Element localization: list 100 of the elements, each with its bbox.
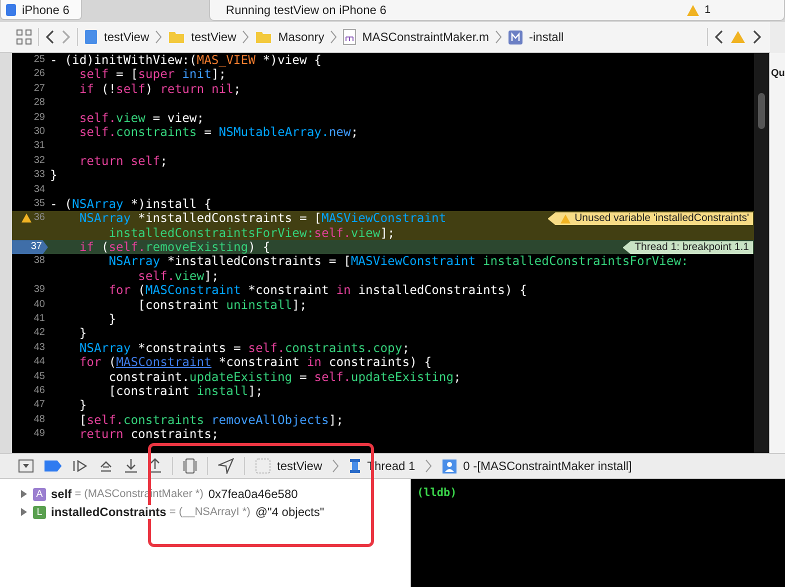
chevron-icon [330, 30, 338, 44]
variable-kind-badge: A [33, 488, 46, 500]
activity-text: Running testView on iPhone 6 [226, 3, 386, 17]
chevron-icon [155, 30, 162, 44]
code-line: for (MASConstraint *constraint in installedConstraints) { [108, 283, 527, 298]
variable-kind-badge: L [33, 506, 46, 518]
code-line: installedConstraintsForView:self.view]; [108, 226, 395, 240]
code-line: if (self.removeExisting) { [78, 240, 270, 254]
line-number: 29 [34, 110, 45, 125]
code-line: } [78, 398, 87, 413]
view-hierarchy-icon[interactable] [183, 458, 197, 474]
continue-icon[interactable] [72, 459, 88, 473]
warning-message: Unused variable 'installedConstraints' [574, 212, 749, 226]
path-item[interactable]: testView [277, 459, 322, 473]
code-line: [constraint install]; [108, 384, 263, 398]
line-number: 48 [34, 412, 45, 427]
code-line: } [78, 326, 87, 341]
file-icon [343, 29, 356, 45]
code-line: return constraints; [78, 427, 219, 442]
line-number: 44 [34, 355, 45, 370]
path-item[interactable]: testView [191, 30, 236, 44]
line-number: 30 [34, 124, 45, 139]
variable-name: installedConstraints [51, 505, 166, 519]
warning-icon [686, 4, 700, 16]
variable-value: 0x7fea0a46e580 [208, 487, 298, 501]
code-line: NSArray *installedConstraints = [MASViewConstraint [78, 211, 446, 226]
breakpoints-toggle-icon[interactable] [44, 460, 62, 472]
location-arrow-icon[interactable] [218, 458, 234, 474]
line-number: 33 [34, 168, 45, 182]
code-line: } [108, 312, 116, 326]
chevron-icon [332, 459, 340, 473]
chevron-icon [495, 30, 502, 44]
code-line: return self; [78, 154, 168, 168]
line-number: 26 [34, 67, 45, 82]
variable-type: = (__NSArrayI *) [169, 506, 250, 518]
chevron-icon [242, 30, 250, 44]
variable-value: @"4 objects" [255, 505, 324, 519]
person-icon [442, 458, 458, 474]
next-issue-icon[interactable] [752, 29, 762, 45]
line-number: 40 [34, 298, 45, 312]
step-out-icon[interactable] [148, 458, 162, 474]
app-icon [255, 458, 271, 474]
line-number: 27 [34, 82, 45, 96]
path-item[interactable]: 0 -[MASConstraintMaker install] [463, 459, 632, 473]
code-line: if (!self) return nil; [78, 82, 241, 96]
step-into-icon[interactable] [124, 458, 138, 474]
chevron-icon [425, 459, 432, 473]
scrollbar[interactable] [754, 53, 769, 453]
line-number: 46 [34, 384, 45, 398]
code-line: self.view]; [137, 268, 219, 284]
code-line: - (id)initWithView:(MAS_VIEW *)view { [49, 53, 322, 68]
line-number: 45 [34, 370, 45, 384]
line-number: 39 [34, 283, 45, 298]
warning-icon [20, 213, 32, 224]
console-prompt: (lldb) [417, 486, 457, 499]
hide-panel-icon[interactable] [18, 459, 34, 473]
variable-name: self [51, 487, 72, 501]
previous-issue-icon[interactable] [714, 29, 724, 45]
path-item[interactable]: testView [104, 30, 150, 44]
folder-icon [255, 30, 272, 44]
code-line: for (MASConstraint *constraint in constraints) { [78, 355, 432, 370]
line-number: 49 [34, 427, 45, 442]
line-number: 34 [34, 182, 45, 197]
code-line: self.view = view; [78, 110, 204, 125]
line-number: 42 [34, 326, 45, 340]
code-line: constraint.updateExisting = self.updateExisting; [108, 370, 461, 384]
inspector-label: Qu [770, 67, 785, 79]
code-line: self.constraints = NSMutableArray.new; [78, 124, 358, 140]
code-line: [self.constraints removeAllObjects]; [78, 412, 344, 428]
line-number: 31 [34, 139, 45, 154]
step-over-icon[interactable] [98, 459, 114, 473]
line-number: 36 [34, 211, 45, 226]
warning-count: 1 [704, 4, 711, 16]
project-icon [84, 29, 98, 45]
path-item[interactable]: Masonry [278, 30, 324, 44]
scheme-button[interactable]: iPhone 6 [0, 0, 82, 20]
code-line: } [49, 168, 58, 183]
code-line: NSArray *installedConstraints = [MASViewConstraint installedConstraintsForView: [108, 254, 688, 269]
back-icon[interactable] [45, 29, 55, 45]
grid-icon[interactable] [16, 29, 32, 45]
line-number: 47 [34, 398, 45, 412]
device-icon [5, 2, 17, 16]
code-line: - (NSArray *)install { [49, 196, 212, 212]
code-line: self = [super init]; [78, 67, 226, 82]
folder-icon [168, 30, 186, 44]
line-number: 32 [34, 154, 45, 168]
line-number: 41 [34, 312, 45, 326]
line-number: 38 [34, 254, 45, 268]
breakpoint-annotation: Thread 1: breakpoint 1.1 [622, 241, 753, 254]
path-item[interactable]: -install [529, 30, 564, 44]
method-icon [508, 30, 523, 44]
line-number: 35 [34, 196, 45, 211]
console-panel[interactable]: (lldb) [411, 479, 785, 587]
line-number: 43 [34, 340, 45, 355]
line-number: 28 [34, 96, 45, 110]
breakpoint-marker[interactable]: 37 [12, 240, 48, 254]
code-line: [constraint uninstall]; [137, 298, 307, 312]
code-line: NSArray *constraints = self.constraints.copy; [78, 340, 410, 356]
spool-icon [349, 458, 362, 474]
path-item[interactable]: MASConstraintMaker.m [362, 30, 489, 44]
